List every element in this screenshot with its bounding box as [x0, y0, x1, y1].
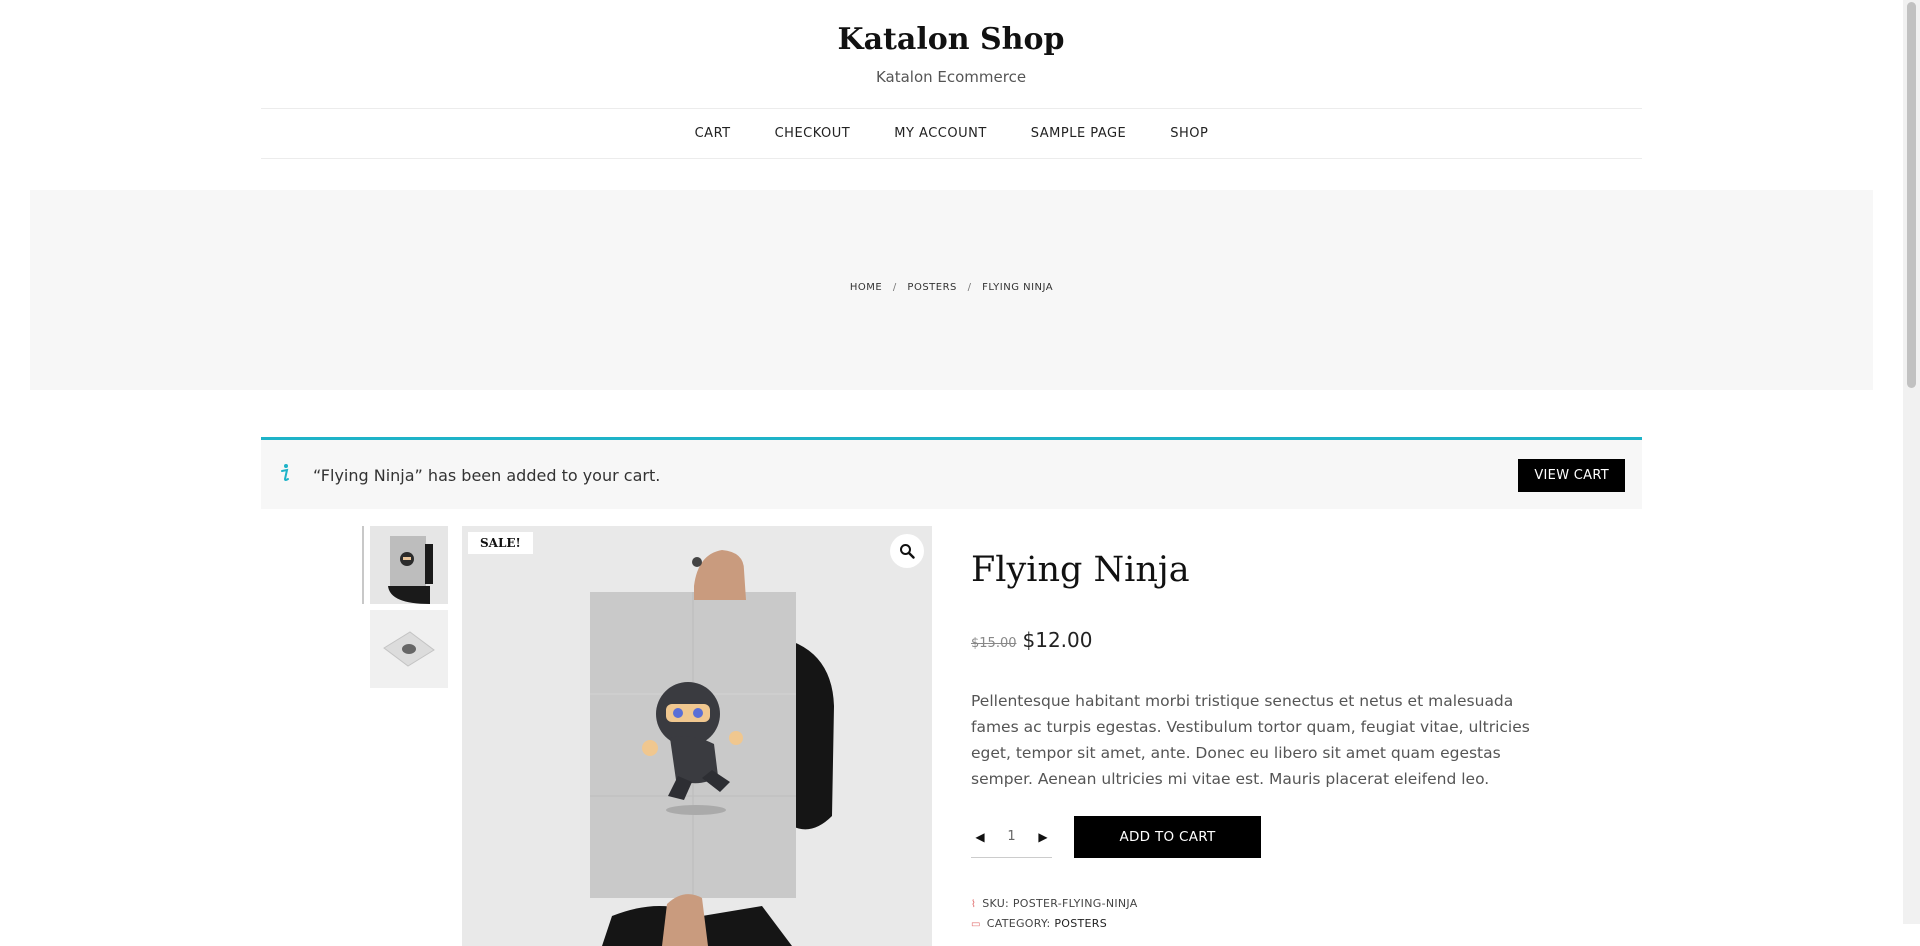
- nav-item-cart[interactable]: CART: [695, 126, 731, 141]
- breadcrumb-home[interactable]: HOME: [850, 282, 882, 293]
- thumbnail-poster-held[interactable]: [370, 526, 448, 604]
- product-main-image[interactable]: SALE!: [462, 526, 932, 946]
- cart-notice: “Flying Ninja” has been added to your ca…: [261, 437, 1642, 509]
- scrollbar-thumb[interactable]: [1907, 2, 1916, 388]
- notice-message: “Flying Ninja” has been added to your ca…: [313, 466, 661, 485]
- nav-item-sample-page[interactable]: SAMPLE PAGE: [1031, 126, 1127, 141]
- ninja-poster-image: [462, 526, 932, 946]
- site-title[interactable]: Katalon Shop: [0, 22, 1902, 57]
- add-to-cart-button[interactable]: ADD TO CART: [1074, 816, 1261, 858]
- product-description: Pellentesque habitant morbi tristique se…: [971, 692, 1530, 788]
- breadcrumb-separator: /: [892, 282, 897, 293]
- breadcrumb-banner: HOME / POSTERS / FLYING NINJA: [30, 190, 1873, 390]
- nav-item-checkout[interactable]: CHECKOUT: [775, 126, 851, 141]
- breadcrumb-posters[interactable]: POSTERS: [907, 282, 956, 293]
- category-row: ▭ CATEGORY: POSTERS: [971, 914, 1138, 934]
- active-thumbnail-indicator: [362, 526, 364, 604]
- sku-row: ⌇ SKU: POSTER-FLYING-NINJA: [971, 894, 1138, 914]
- quantity-input[interactable]: [993, 828, 1030, 845]
- nav-item-my-account[interactable]: MY ACCOUNT: [894, 126, 987, 141]
- info-icon: [279, 463, 291, 488]
- product-meta: ⌇ SKU: POSTER-FLYING-NINJA ▭ CATEGORY: POS…: [971, 894, 1138, 934]
- breadcrumb-separator: /: [967, 282, 972, 293]
- thumbnail-poster-flat[interactable]: [370, 610, 448, 688]
- old-price: $15.00: [971, 636, 1017, 651]
- page-scrollbar[interactable]: [1903, 0, 1920, 924]
- search-icon[interactable]: [890, 534, 924, 568]
- breadcrumb: HOME / POSTERS / FLYING NINJA: [30, 282, 1873, 293]
- sku-label: SKU:: [982, 897, 1010, 910]
- quantity-stepper: ◀ ▶: [971, 816, 1052, 858]
- main-navigation: CART CHECKOUT MY ACCOUNT SAMPLE PAGE SHO…: [261, 108, 1642, 159]
- view-cart-button[interactable]: VIEW CART: [1518, 459, 1625, 492]
- breadcrumb-current: FLYING NINJA: [982, 282, 1054, 293]
- gallery-thumbnails: [362, 526, 449, 694]
- sale-price: $12.00: [1022, 628, 1093, 652]
- product-price: $15.00 $12.00: [971, 628, 1092, 652]
- bookmark-icon: ▭: [971, 919, 981, 930]
- nav-item-shop[interactable]: SHOP: [1170, 126, 1208, 141]
- product-title: Flying Ninja: [971, 550, 1190, 590]
- sale-badge: SALE!: [468, 532, 533, 554]
- site-tagline: Katalon Ecommerce: [875, 68, 1027, 86]
- quantity-decrease-icon[interactable]: ◀: [973, 830, 987, 844]
- sku-value: POSTER-FLYING-NINJA: [1012, 897, 1138, 910]
- quantity-increase-icon[interactable]: ▶: [1036, 830, 1050, 844]
- tag-icon: ⌇: [971, 899, 977, 910]
